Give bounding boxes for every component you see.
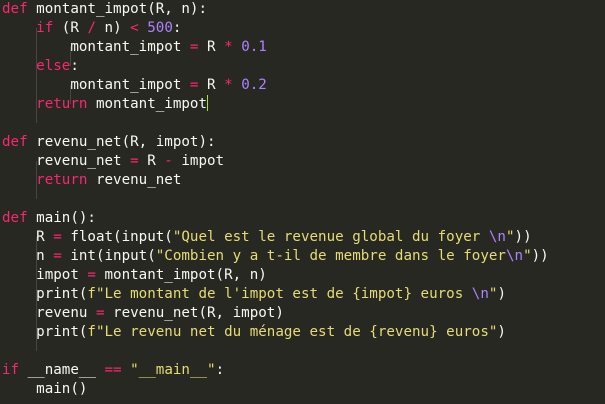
code-token: if [2, 362, 20, 378]
code-token: n) [95, 20, 131, 36]
code-token: return [36, 172, 88, 188]
code-token: ) [497, 286, 506, 302]
code-token: = [95, 305, 105, 321]
code-token: " [505, 229, 515, 245]
code-token: R [198, 39, 225, 55]
code-line[interactable]: def montant_impot(R, n): [2, 0, 207, 19]
code-token: else [36, 58, 71, 74]
code-token: < [130, 20, 139, 36]
code-token: revenu_net(R, impot): [27, 134, 216, 150]
code-line[interactable]: if (R / n) < 500: [2, 19, 181, 38]
code-line[interactable]: revenu = revenu_net(R, impot) [2, 304, 284, 323]
code-token: / [87, 20, 96, 36]
code-token: return [36, 96, 88, 112]
code-line[interactable]: R = float(input("Quel est le revenue glo… [2, 228, 532, 247]
code-line[interactable]: n = int(input("Combien y a t-il de membr… [2, 247, 549, 266]
code-line[interactable]: impot = montant_impot(R, n) [2, 266, 267, 285]
code-token: 0.1 [241, 39, 267, 55]
code-line[interactable]: montant_impot = R * 0.1 [2, 38, 267, 57]
code-token: main(): [27, 210, 96, 226]
code-token: impot [172, 153, 225, 169]
code-token: "__main__" [130, 362, 216, 378]
code-token: \n [488, 229, 506, 245]
code-token: - [164, 153, 173, 169]
code-token: R [198, 77, 225, 93]
code-token: def [2, 1, 28, 17]
code-token: 500 [147, 20, 173, 36]
code-token: ) [497, 324, 506, 340]
code-token: (R [53, 20, 88, 36]
code-token: revenu_net [2, 153, 131, 169]
code-token: def [2, 134, 28, 150]
code-line[interactable]: def revenu_net(R, impot): [2, 133, 216, 152]
code-token: == [104, 362, 122, 378]
code-editor[interactable]: def montant_impot(R, n): if (R / n) < 50… [0, 0, 605, 404]
code-token: )) [531, 248, 549, 264]
code-token: "Combien y a t-il de membre dans le foye… [155, 248, 506, 264]
code-token: int(input( [61, 248, 156, 264]
code-token: f"Le montant de l'impot est de {impot} e… [87, 286, 472, 302]
code-line[interactable]: return revenu_net [2, 171, 181, 190]
code-token: \n [505, 248, 524, 264]
code-token: montant_impot [2, 39, 190, 55]
code-token: float(input( [61, 229, 173, 245]
code-token: * [224, 77, 233, 93]
code-token: : [215, 362, 225, 378]
code-token: * [224, 39, 233, 55]
code-token: = [53, 248, 62, 264]
code-token: )) [514, 229, 532, 245]
code-token: print( [2, 286, 88, 302]
text-cursor [207, 95, 209, 111]
code-token: R [2, 229, 54, 245]
code-token: = [87, 267, 96, 283]
code-token: main() [2, 381, 88, 397]
code-line[interactable]: montant_impot = R * 0.2 [2, 76, 267, 95]
code-token: = [53, 229, 62, 245]
code-token: montant_impot [2, 77, 190, 93]
code-token: f"Le revenu net du ménage est de {revenu… [87, 324, 498, 340]
code-token: montant_impot(R, n): [27, 1, 207, 17]
code-token: 0.2 [241, 77, 267, 93]
code-line[interactable]: main() [2, 380, 87, 399]
code-line[interactable]: if __name__ == "__main__": [2, 361, 224, 380]
code-line[interactable]: print(f"Le revenu net du ménage est de {… [2, 323, 506, 342]
code-token: " [523, 248, 532, 264]
code-token: impot [2, 267, 88, 283]
code-token: = [130, 153, 139, 169]
code-token: R [138, 153, 165, 169]
code-line[interactable]: revenu_net = R - impot [2, 152, 224, 171]
code-line[interactable]: else: [2, 57, 79, 76]
code-token: revenu_net(R, impot) [104, 305, 284, 321]
code-token: revenu [2, 305, 96, 321]
code-token: print( [2, 324, 88, 340]
code-token: "Quel est le revenue global du foyer [172, 229, 489, 245]
code-token: montant_impot(R, n) [95, 267, 267, 283]
code-token: : [172, 20, 182, 36]
code-token: \n [471, 286, 489, 302]
code-token: def [2, 210, 28, 226]
code-token: montant_impot [87, 96, 208, 112]
code-line[interactable]: print(f"Le montant de l'impot est de {im… [2, 285, 506, 304]
code-token: n [2, 248, 54, 264]
code-token: revenu_net [87, 172, 182, 188]
code-line[interactable]: return montant_impot [2, 95, 209, 114]
code-token: __name__ [19, 362, 105, 378]
code-line[interactable]: def main(): [2, 209, 96, 228]
code-token: : [70, 58, 79, 74]
code-token: if [36, 20, 54, 36]
